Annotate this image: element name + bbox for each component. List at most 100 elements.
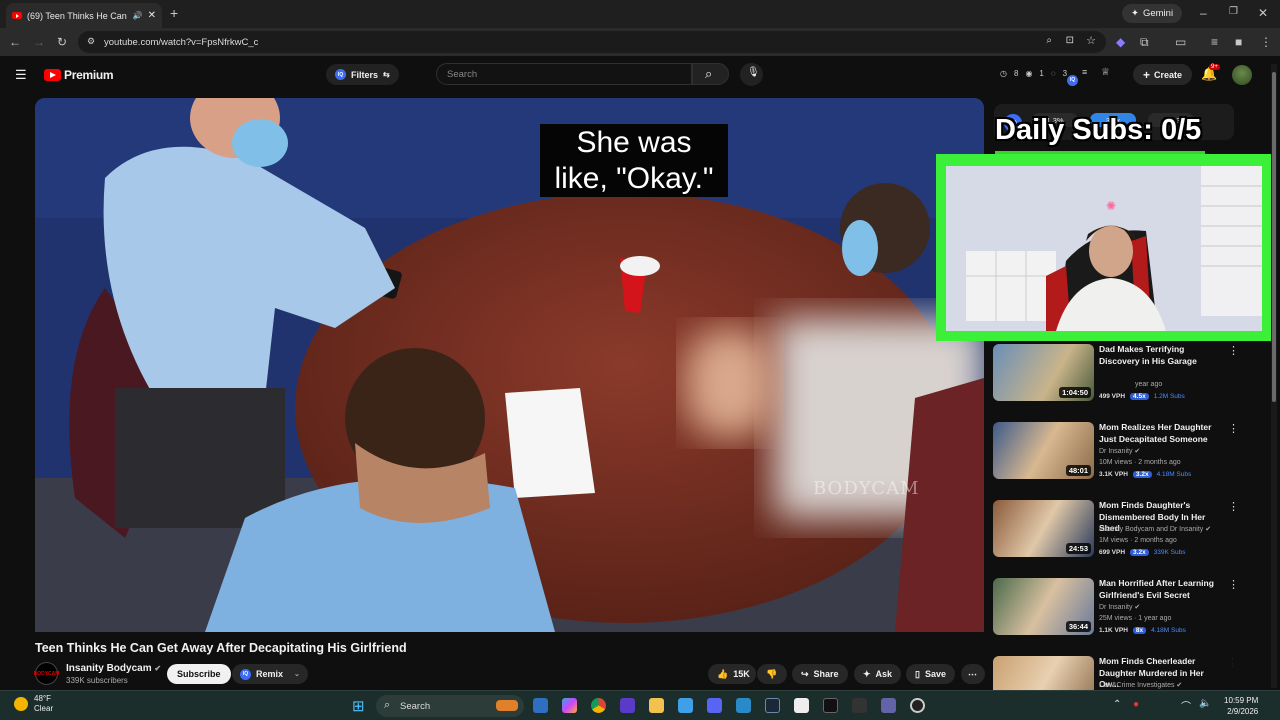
discord-icon[interactable]: [707, 698, 722, 713]
gemini-button[interactable]: ✦ Gemini: [1122, 4, 1183, 23]
channel-name[interactable]: Insanity Bodycam ✔: [66, 663, 161, 674]
thumbs-up-icon: 👍: [717, 668, 729, 679]
video-title: Teen Thinks He Can Get Away After Decapi…: [35, 641, 407, 655]
video-duration: 36:44: [1065, 621, 1091, 632]
iq-extension-icon[interactable]: IQ: [1067, 68, 1078, 86]
like-button[interactable]: 👍 15K: [708, 664, 756, 684]
obs-icon[interactable]: [852, 698, 867, 713]
subscribe-button[interactable]: Subscribe: [167, 664, 231, 684]
copilot-icon[interactable]: [562, 698, 577, 713]
plus-icon: +: [1143, 67, 1151, 82]
new-tab-button[interactable]: +: [170, 6, 178, 20]
search-button[interactable]: ⌕: [692, 63, 729, 85]
video-thumbnail[interactable]: 24:53: [993, 500, 1094, 557]
restore-icon[interactable]: ❐: [1229, 7, 1238, 17]
tab-title: (69) Teen Thinks He Can Ge: [27, 10, 128, 21]
save-button[interactable]: ▯ Save: [906, 664, 955, 684]
share-label: Share: [813, 669, 839, 679]
create-button[interactable]: + Create: [1133, 64, 1193, 85]
app-icon[interactable]: [910, 698, 925, 713]
list-item[interactable]: 24:53 Mom Finds Daughter's Dismembered B…: [993, 500, 1239, 572]
windows-start-icon[interactable]: ⊞: [352, 697, 365, 715]
wifi-icon[interactable]: ⌒: [1181, 698, 1191, 713]
extension-icon[interactable]: ◆: [1116, 36, 1125, 48]
trophy-icon[interactable]: ♕: [1101, 67, 1110, 78]
browser-tab-bar: (69) Teen Thinks He Can Ge 🔊 ✕ + ✦ Gemin…: [0, 0, 1280, 28]
weather-widget[interactable]: 48°F Clear: [14, 694, 53, 714]
notification-count-badge: 9+: [1209, 64, 1220, 70]
url-field[interactable]: ⚙ youtube.com/watch?v=FpsNfrkwC_c ⌕ ⊡ ☆: [78, 31, 1106, 53]
video-thumbnail[interactable]: 48:01: [993, 422, 1094, 479]
share-button[interactable]: ↪ Share: [792, 664, 848, 684]
video-thumbnail[interactable]: 36:44: [993, 578, 1094, 635]
vph-value: 1.1K VPH: [1099, 627, 1128, 634]
chrome-icon[interactable]: [591, 698, 606, 713]
video-thumbnail[interactable]: 1:04:50: [993, 344, 1094, 401]
more-vertical-icon[interactable]: ⋮: [1228, 578, 1239, 591]
channel-avatar[interactable]: BODYCAM: [34, 662, 59, 685]
chevron-down-icon: ⌄: [294, 671, 300, 678]
avatar[interactable]: [1232, 65, 1252, 85]
bodycam-watermark: BODYCAM: [813, 478, 920, 499]
dislike-button[interactable]: 👎: [757, 664, 787, 684]
browser-tab[interactable]: (69) Teen Thinks He Can Ge 🔊 ✕: [6, 3, 162, 28]
site-info-icon[interactable]: ⚙: [87, 36, 95, 47]
video-thumbnail[interactable]: [993, 656, 1094, 690]
bookmark-star-icon[interactable]: ☆: [1086, 34, 1096, 47]
back-icon[interactable]: ←: [9, 36, 21, 48]
video-player[interactable]: BODYCAM: [35, 98, 984, 632]
zoom-icon[interactable]: ⌕: [1046, 35, 1052, 46]
notepad-icon[interactable]: [678, 698, 693, 713]
list-item[interactable]: 36:44 Man Horrified After Learning Girlf…: [993, 578, 1239, 650]
youtube-logo[interactable]: Premium: [44, 68, 114, 82]
app-icon[interactable]: [620, 698, 635, 713]
close-icon[interactable]: ✕: [1258, 7, 1268, 19]
recommendation-meta: 10M views · 2 months ago: [1099, 459, 1181, 466]
more-vertical-icon[interactable]: ⋮: [1228, 344, 1239, 357]
chrome-menu-icon[interactable]: ⋮: [1260, 36, 1272, 48]
verified-icon: ✔: [154, 664, 162, 673]
steam-icon[interactable]: [765, 698, 780, 713]
list-icon[interactable]: ≡: [1082, 67, 1087, 77]
list-item[interactable]: 48:01 Mom Realizes Her Daughter Just Dec…: [993, 422, 1239, 494]
media-controls-icon[interactable]: ≡: [1211, 36, 1218, 48]
tray-icon[interactable]: ●: [1133, 699, 1139, 710]
video-frame-image: [35, 98, 984, 632]
scrollbar-thumb[interactable]: [1272, 72, 1276, 402]
install-icon[interactable]: ⊡: [1066, 35, 1074, 46]
tab-close-icon[interactable]: ✕: [148, 10, 156, 21]
more-vertical-icon[interactable]: ⋮: [1228, 422, 1239, 435]
teams-icon[interactable]: [881, 698, 896, 713]
remix-button[interactable]: IQ Remix ⌄: [232, 664, 308, 684]
list-item[interactable]: 1:04:50 Dad Makes Terrifying Discovery i…: [993, 344, 1239, 416]
file-explorer-icon[interactable]: [649, 698, 664, 713]
clock-stat-icon: ◷: [1000, 69, 1007, 78]
thumbs-down-icon: 👎: [766, 668, 778, 679]
forward-icon[interactable]: →: [33, 36, 45, 48]
clock[interactable]: 10:59 PM 2/9/2026: [1224, 695, 1258, 717]
like-count: 15K: [733, 669, 750, 679]
taskbar-search[interactable]: ⌕ Search: [376, 695, 524, 717]
audio-icon[interactable]: 🔊: [133, 11, 143, 20]
webcam-overlay: ✺: [936, 154, 1272, 341]
store-icon[interactable]: [794, 698, 809, 713]
tray-chevron-up-icon[interactable]: ⌃: [1113, 699, 1121, 710]
side-panel-icon[interactable]: ▭: [1175, 36, 1186, 48]
more-vertical-icon[interactable]: ⋮: [1228, 500, 1239, 513]
list-item[interactable]: Mom Finds Cheerleader Daughter Murdered …: [993, 656, 1233, 690]
reload-icon[interactable]: ↻: [57, 36, 67, 48]
profile-icon[interactable]: ■: [1235, 36, 1242, 48]
volume-icon[interactable]: 🔈: [1199, 698, 1211, 709]
task-view-icon[interactable]: [533, 698, 548, 713]
voice-search-button[interactable]: 🎙: [740, 63, 763, 86]
capcut-icon[interactable]: [823, 698, 838, 713]
extensions-puzzle-icon[interactable]: ⧉: [1140, 36, 1149, 48]
more-vertical-icon[interactable]: ⋮: [1228, 656, 1233, 669]
ask-button[interactable]: ✦ Ask: [854, 664, 902, 684]
search-input[interactable]: Search: [436, 63, 692, 85]
filters-button[interactable]: IQ Filters ⇆: [326, 64, 399, 85]
minimize-icon[interactable]: –: [1200, 7, 1207, 19]
more-actions-button[interactable]: ⋯: [961, 664, 985, 684]
photos-icon[interactable]: [736, 698, 751, 713]
hamburger-menu-icon[interactable]: ☰: [15, 67, 27, 83]
